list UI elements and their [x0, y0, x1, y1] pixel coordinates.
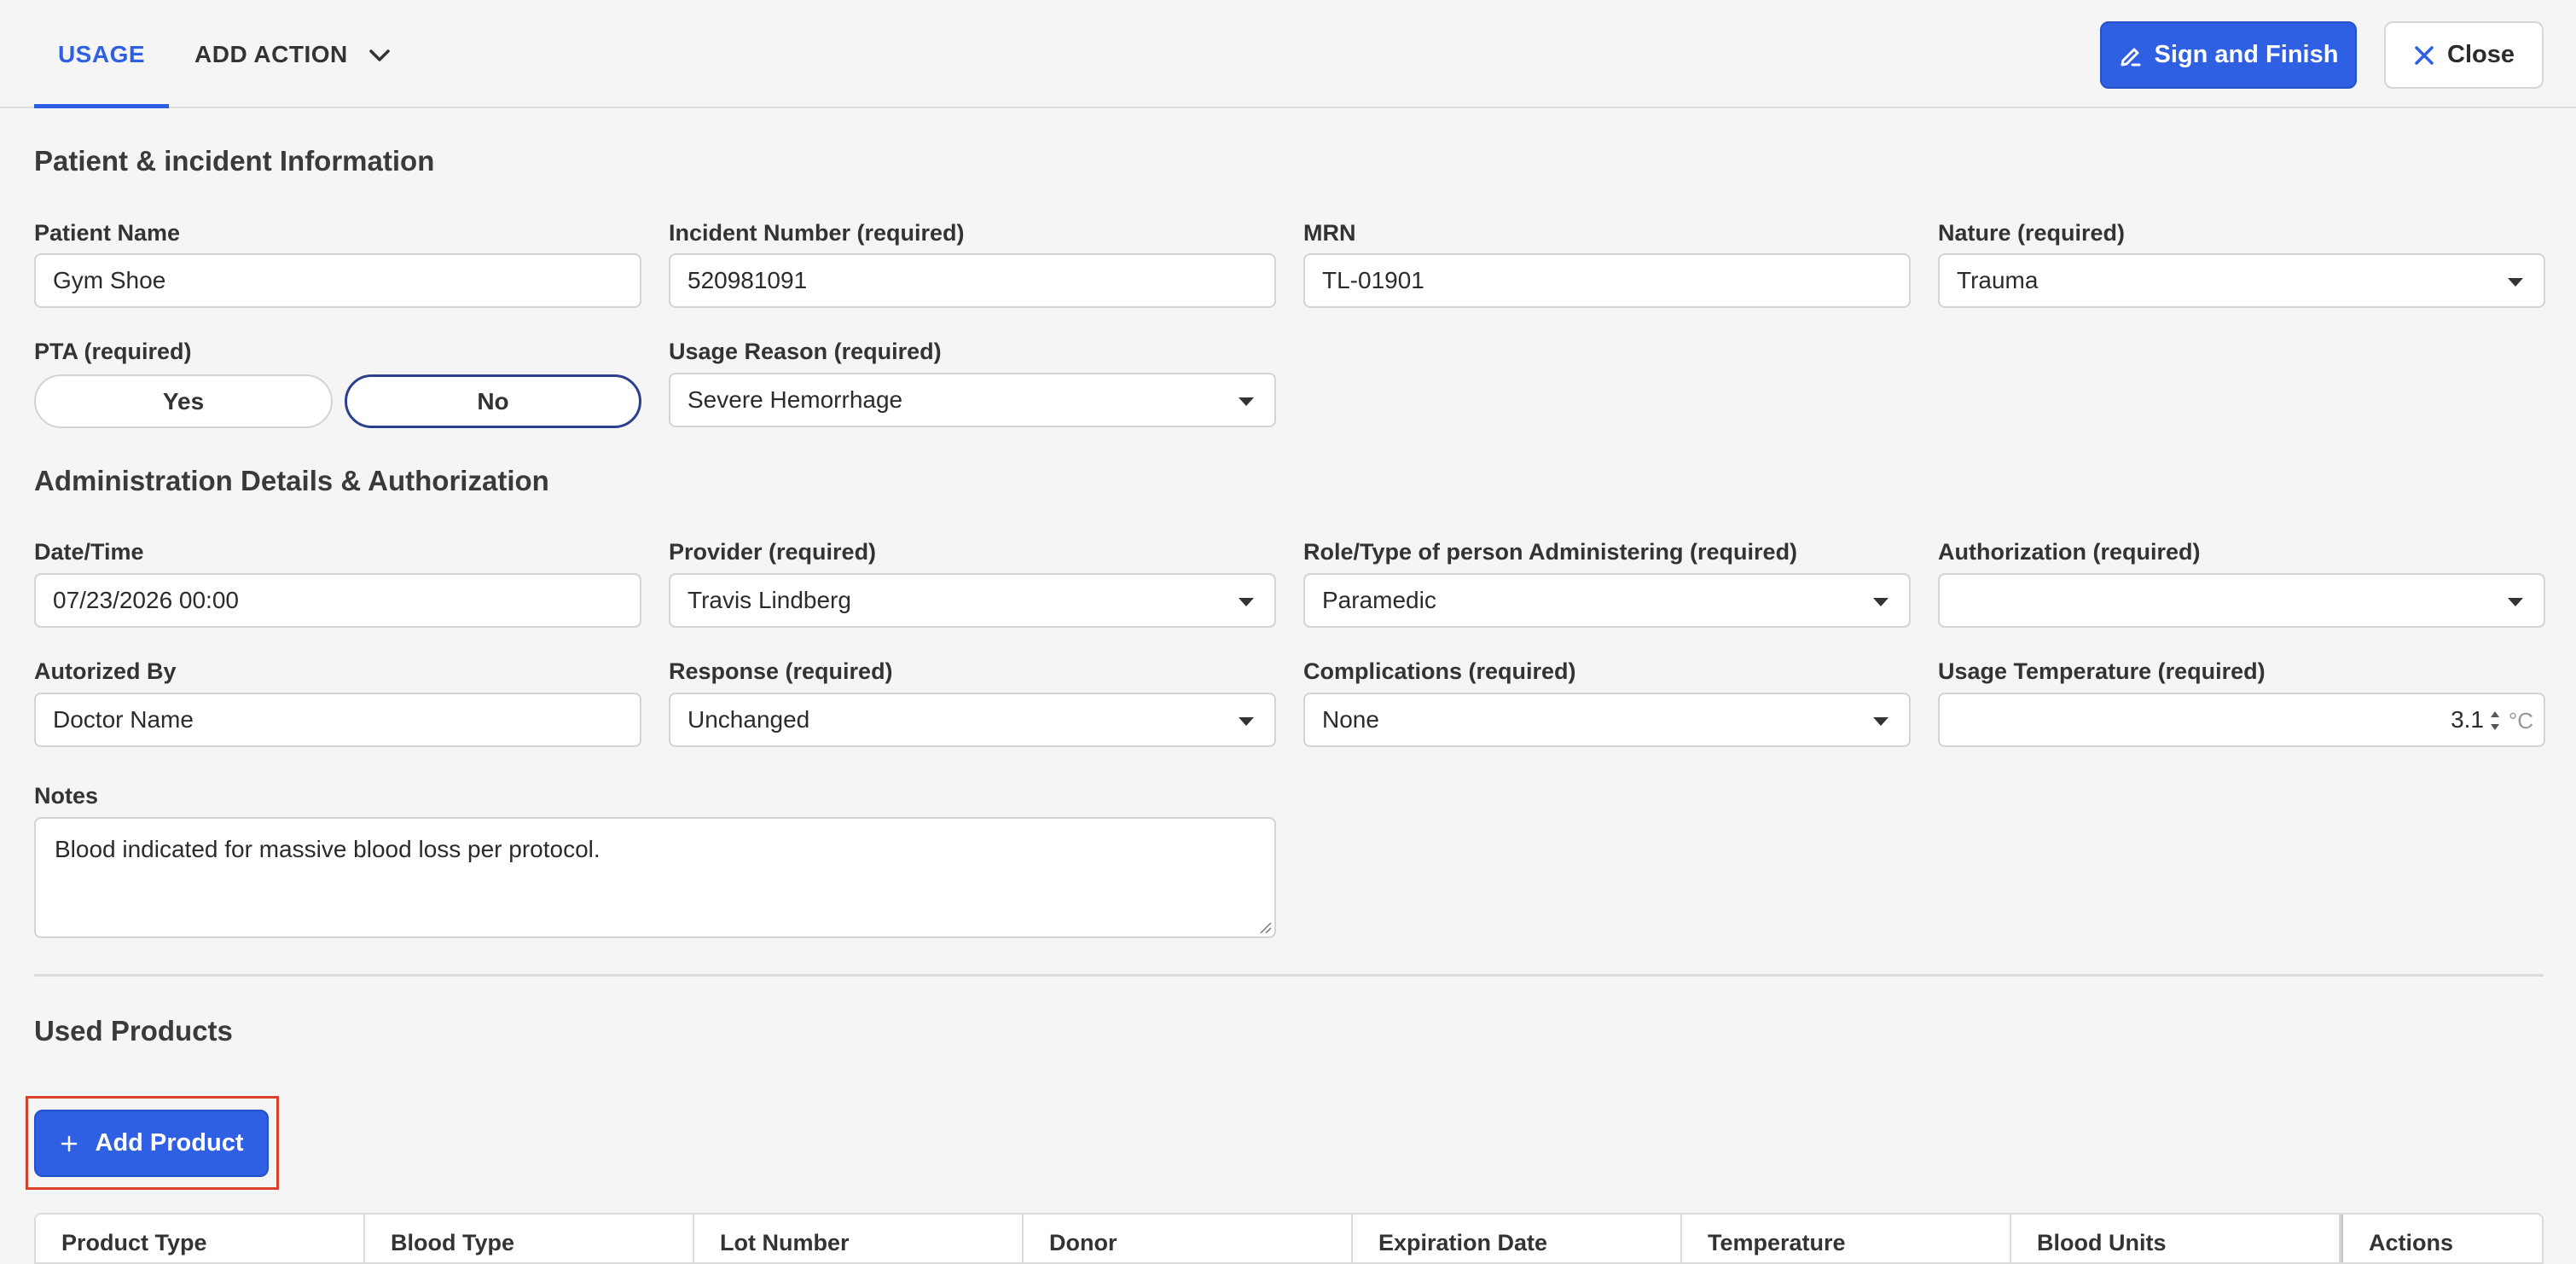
patient-name-label: Patient Name — [34, 220, 181, 246]
authorized-by-input[interactable]: Doctor Name — [34, 693, 641, 747]
usage-reason-value: Severe Hemorrhage — [688, 386, 903, 413]
datetime-input[interactable]: 07/23/2026 00:00 — [34, 573, 641, 628]
tab-add-action[interactable]: ADD ACTION — [194, 0, 348, 108]
datetime-value: 07/23/2026 00:00 — [53, 587, 239, 613]
response-select[interactable]: Unchanged — [669, 693, 1276, 747]
role-value: Paramedic — [1322, 587, 1436, 613]
authorization-label: Authorization (required) — [1938, 539, 2201, 565]
patient-section-title: Patient & incident Information — [34, 145, 435, 177]
resize-grip-icon[interactable] — [1258, 920, 1272, 934]
products-section-title: Used Products — [34, 1015, 233, 1047]
authorized-by-label: Autorized By — [34, 658, 177, 684]
sign-and-finish-label: Sign and Finish — [2154, 41, 2339, 68]
column-header-actions: Actions — [2341, 1215, 2542, 1262]
sign-and-finish-button[interactable]: Sign and Finish — [2100, 21, 2357, 89]
nature-value: Trauma — [1957, 267, 2039, 293]
caret-down-icon — [1873, 717, 1888, 726]
top-bar: USAGE ADD ACTION Sign and Finish Close — [0, 0, 2576, 108]
section-divider — [34, 974, 2544, 977]
close-icon — [2415, 45, 2434, 65]
provider-label: Provider (required) — [669, 539, 877, 565]
caret-down-icon — [2508, 278, 2523, 287]
mrn-label: MRN — [1303, 220, 1356, 246]
spinner-arrows-icon[interactable] — [2489, 708, 2501, 733]
plus-icon — [61, 1135, 77, 1151]
nature-label: Nature (required) — [1938, 220, 2126, 246]
temperature-unit: °C — [2508, 708, 2533, 733]
usage-reason-select[interactable]: Severe Hemorrhage — [669, 373, 1276, 427]
authorized-by-value: Doctor Name — [53, 706, 194, 733]
nature-select[interactable]: Trauma — [1938, 253, 2545, 308]
datetime-label: Date/Time — [34, 539, 144, 565]
pta-no-button[interactable]: No — [345, 374, 641, 428]
provider-select[interactable]: Travis Lindberg — [669, 573, 1276, 628]
notes-value: Blood indicated for massive blood loss p… — [55, 836, 600, 862]
caret-down-icon — [1239, 397, 1254, 406]
add-product-button[interactable]: Add Product — [34, 1110, 269, 1177]
usage-temperature-label: Usage Temperature (required) — [1938, 658, 2266, 684]
products-table-header: Product Type Blood Type Lot Number Donor… — [34, 1213, 2544, 1264]
mrn-value: TL-01901 — [1322, 267, 1424, 293]
caret-down-icon — [1239, 598, 1254, 606]
caret-down-icon — [1239, 717, 1254, 726]
column-header-donor[interactable]: Donor — [1024, 1215, 1353, 1262]
admin-section-title: Administration Details & Authorization — [34, 465, 549, 496]
authorization-select[interactable] — [1938, 573, 2545, 628]
complications-label: Complications (required) — [1303, 658, 1576, 684]
role-select[interactable]: Paramedic — [1303, 573, 1911, 628]
column-header-blood-units[interactable]: Blood Units — [2011, 1215, 2341, 1262]
chevron-down-icon[interactable] — [367, 43, 392, 68]
notes-textarea[interactable]: Blood indicated for massive blood loss p… — [34, 817, 1276, 938]
response-value: Unchanged — [688, 706, 810, 733]
usage-temperature-value: 3.1 — [2451, 706, 2484, 733]
provider-value: Travis Lindberg — [688, 587, 851, 613]
usage-temperature-input[interactable]: 3.1 °C — [1938, 693, 2545, 747]
complications-select[interactable]: None — [1303, 693, 1911, 747]
add-product-label: Add Product — [95, 1129, 244, 1157]
response-label: Response (required) — [669, 658, 893, 684]
column-header-product-type[interactable]: Product Type — [36, 1215, 365, 1262]
patient-name-input[interactable]: Gym Shoe — [34, 253, 641, 308]
patient-name-value: Gym Shoe — [53, 267, 166, 293]
active-tab-indicator — [34, 104, 169, 108]
pta-yes-button[interactable]: Yes — [34, 374, 333, 428]
column-header-temperature[interactable]: Temperature — [1682, 1215, 2011, 1262]
role-label: Role/Type of person Administering (requi… — [1303, 539, 1798, 565]
column-header-blood-type[interactable]: Blood Type — [365, 1215, 694, 1262]
caret-down-icon — [1873, 598, 1888, 606]
column-header-expiration-date[interactable]: Expiration Date — [1353, 1215, 1682, 1262]
mrn-input[interactable]: TL-01901 — [1303, 253, 1911, 308]
incident-number-value: 520981091 — [688, 267, 808, 293]
tab-usage[interactable]: USAGE — [34, 0, 169, 108]
notes-label: Notes — [34, 783, 99, 809]
close-label: Close — [2447, 41, 2515, 68]
incident-number-label: Incident Number (required) — [669, 220, 965, 246]
pta-label: PTA (required) — [34, 339, 192, 364]
complications-value: None — [1322, 706, 1379, 733]
pen-icon — [2121, 48, 2141, 66]
caret-down-icon — [2508, 598, 2523, 606]
incident-number-input[interactable]: 520981091 — [669, 253, 1276, 308]
close-button[interactable]: Close — [2384, 21, 2544, 89]
column-header-lot-number[interactable]: Lot Number — [694, 1215, 1024, 1262]
usage-reason-label: Usage Reason (required) — [669, 339, 942, 364]
